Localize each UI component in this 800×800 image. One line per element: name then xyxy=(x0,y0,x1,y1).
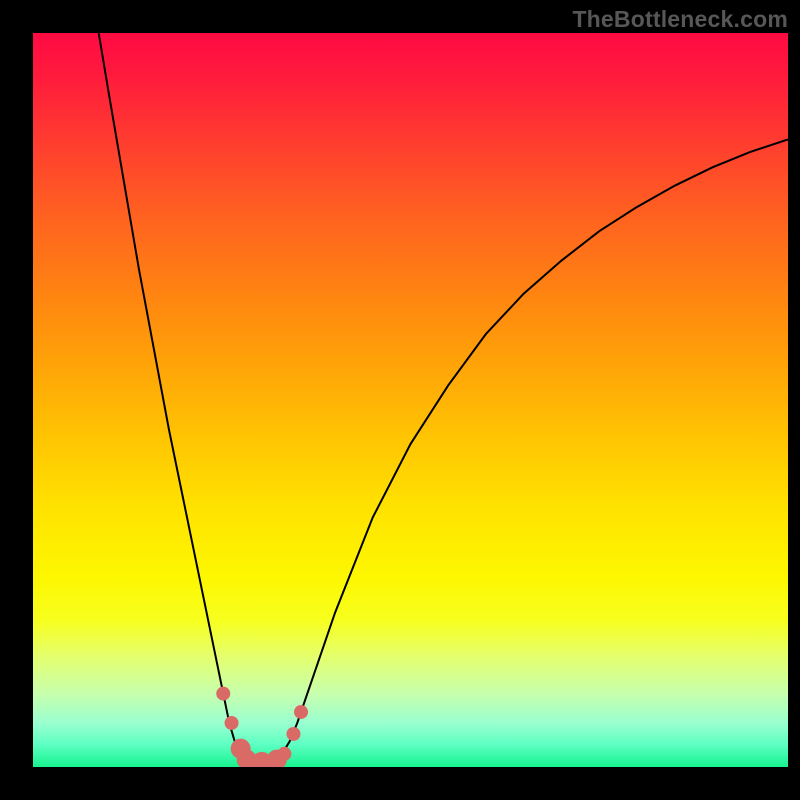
valley-marker xyxy=(216,687,230,701)
outer-frame: TheBottleneck.com xyxy=(0,0,800,800)
curve-left-branch xyxy=(99,33,247,760)
watermark-text: TheBottleneck.com xyxy=(572,6,788,33)
curve-right-branch xyxy=(277,139,788,759)
valley-marker xyxy=(294,705,308,719)
curve-layer xyxy=(33,33,788,767)
valley-marker xyxy=(286,727,300,741)
curve-group xyxy=(99,33,788,762)
plot-area xyxy=(33,33,788,767)
valley-marker xyxy=(225,716,239,730)
marker-group xyxy=(216,687,308,767)
valley-marker xyxy=(277,747,291,761)
